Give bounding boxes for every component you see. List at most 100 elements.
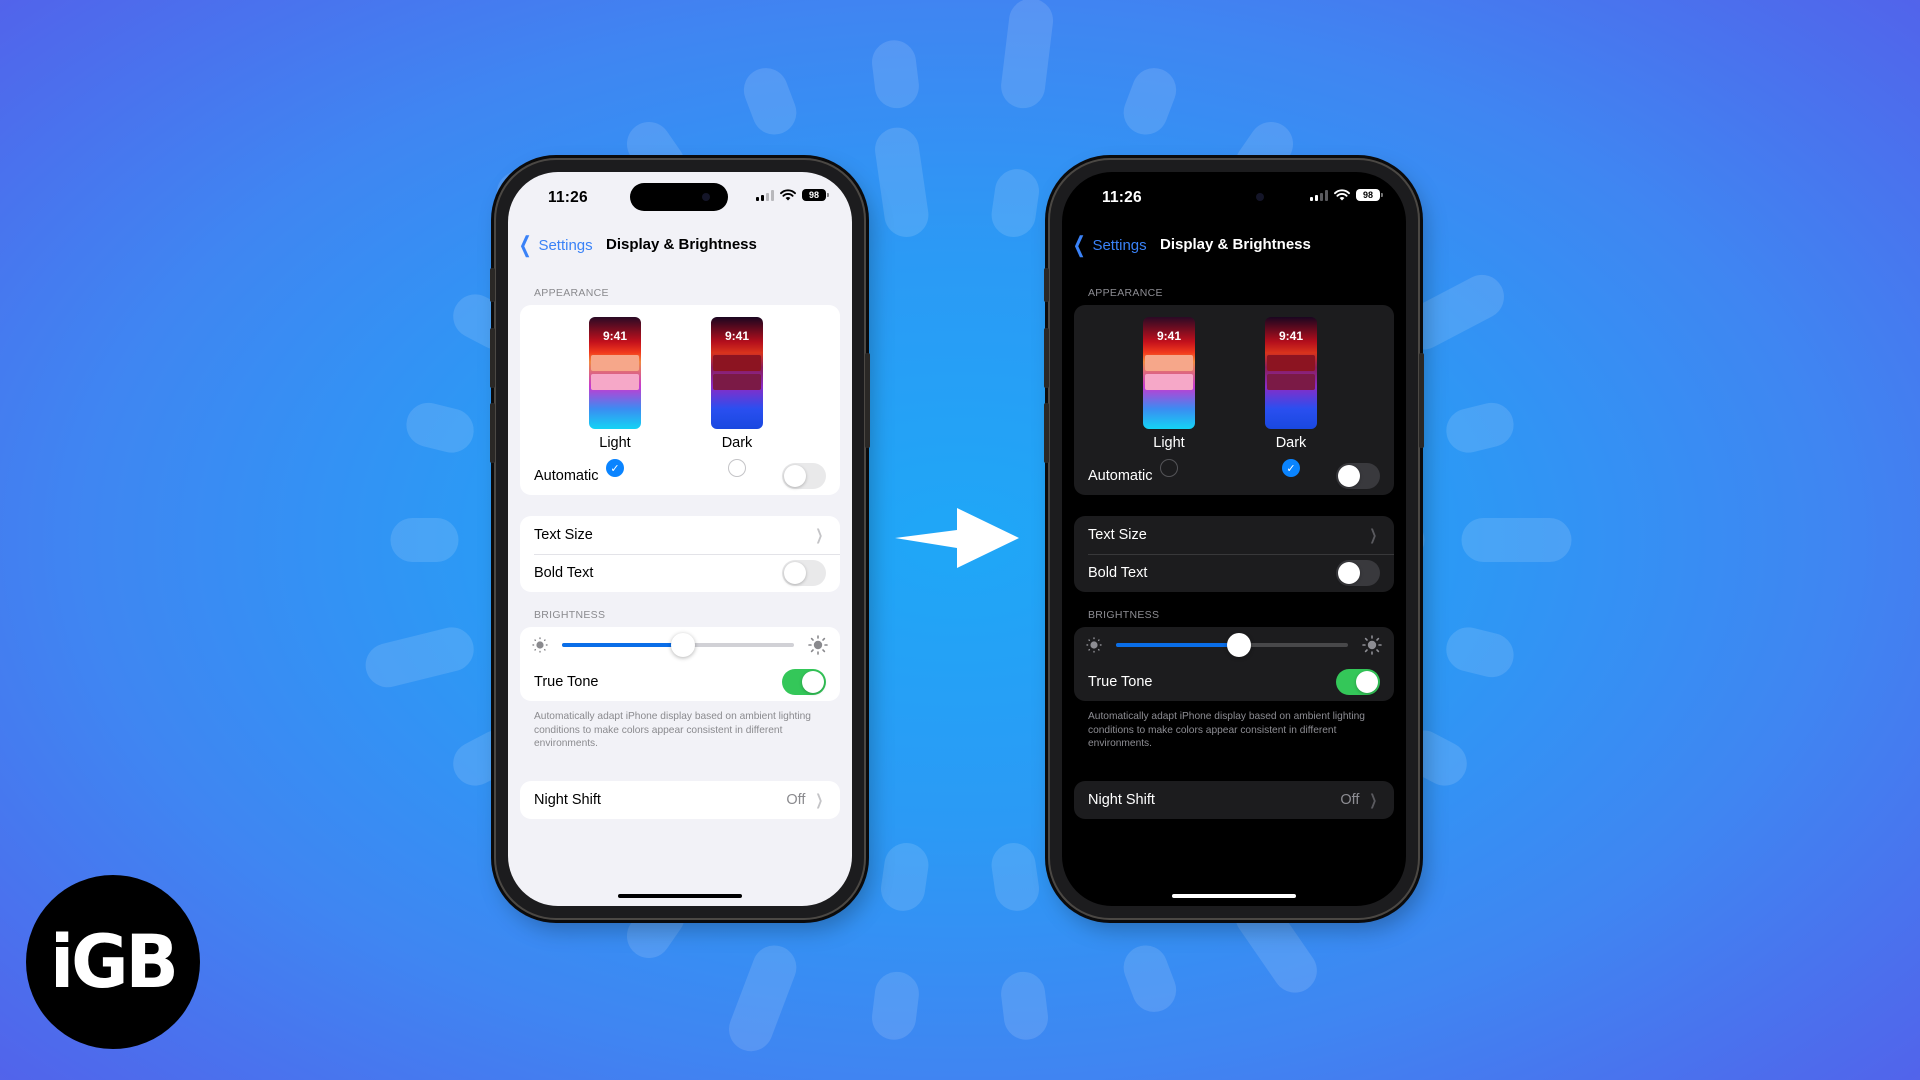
phone-screen: 11:26 98 ❮ Settings Display & Brightness… xyxy=(1062,172,1406,906)
night-shift-row[interactable]: Night Shift Off ❯ xyxy=(1074,781,1394,819)
wifi-icon xyxy=(1334,189,1350,201)
bold-text-toggle[interactable] xyxy=(1336,560,1380,586)
slider-fill xyxy=(562,643,683,647)
background-dash xyxy=(390,518,459,562)
background-dash xyxy=(988,840,1042,914)
brightness-slider[interactable] xyxy=(1116,633,1348,657)
background-dash xyxy=(988,166,1042,240)
status-time: 11:26 xyxy=(548,189,588,206)
text-group: Text Size ❯ Bold Text xyxy=(1074,516,1394,592)
dynamic-island xyxy=(1184,183,1282,211)
text-size-label: Text Size xyxy=(1088,527,1147,543)
cellular-signal-icon xyxy=(1310,189,1328,201)
background-dash xyxy=(401,398,479,458)
chevron-left-icon: ❮ xyxy=(1072,232,1086,257)
status-bar: 11:26 98 xyxy=(1062,172,1406,222)
true-tone-row: True Tone xyxy=(1074,663,1394,701)
automatic-label: Automatic xyxy=(534,468,599,484)
text-group: Text Size ❯ Bold Text xyxy=(520,516,840,592)
background-dash xyxy=(737,61,803,141)
night-shift-value: Off xyxy=(1340,792,1360,808)
side-button xyxy=(1419,353,1424,448)
camera-icon xyxy=(702,193,710,201)
text-size-row[interactable]: Text Size ❯ xyxy=(520,516,840,554)
volume-down-button xyxy=(1044,403,1049,463)
night-shift-label: Night Shift xyxy=(534,792,601,808)
appearance-header: APPEARANCE xyxy=(534,287,609,299)
chevron-left-icon: ❮ xyxy=(518,232,532,257)
sun-large-icon xyxy=(808,635,828,655)
night-shift-label: Night Shift xyxy=(1088,792,1155,808)
sun-small-icon xyxy=(532,637,548,653)
battery-level: 98 xyxy=(808,190,819,200)
back-label: Settings xyxy=(1092,236,1147,254)
true-tone-label: True Tone xyxy=(1088,674,1153,690)
night-shift-row[interactable]: Night Shift Off ❯ xyxy=(520,781,840,819)
appearance-option-light[interactable]: 9:41 Light xyxy=(1129,317,1209,477)
automatic-row: Automatic xyxy=(1074,457,1394,495)
automatic-toggle[interactable] xyxy=(782,463,826,489)
true-tone-toggle[interactable] xyxy=(1336,669,1380,695)
navigation-bar: ❮ Settings Display & Brightness xyxy=(1062,230,1406,260)
phone-screen: 11:26 98 ❮ Settings Display & Brightness… xyxy=(508,172,852,906)
battery-level: 98 xyxy=(1362,190,1373,200)
logo-text: iGB xyxy=(50,918,179,1006)
back-button[interactable]: ❮ Settings xyxy=(1070,234,1147,256)
chevron-right-icon: ❯ xyxy=(815,527,824,544)
option-label: Light xyxy=(1153,435,1185,451)
background-dash xyxy=(1461,518,1572,562)
slider-thumb[interactable] xyxy=(1226,633,1251,657)
bold-text-toggle[interactable] xyxy=(782,560,826,586)
background-dash xyxy=(869,969,922,1043)
status-icons: 98 xyxy=(756,189,829,201)
background-dash xyxy=(361,622,479,692)
text-size-row[interactable]: Text Size ❯ xyxy=(1074,516,1394,554)
preview-time: 9:41 xyxy=(602,329,628,343)
background-dash xyxy=(998,0,1056,111)
brightness-slider-row xyxy=(1074,627,1394,663)
true-tone-toggle[interactable] xyxy=(782,669,826,695)
night-shift-value: Off xyxy=(786,792,806,808)
sun-small-icon xyxy=(1086,637,1102,653)
background-dash xyxy=(1441,398,1519,458)
preview-time: 9:41 xyxy=(724,329,750,343)
sun-large-icon xyxy=(1362,635,1382,655)
battery-icon: 98 xyxy=(802,189,829,201)
status-bar: 11:26 98 xyxy=(508,172,852,222)
brightness-slider-row xyxy=(520,627,840,663)
status-time: 11:26 xyxy=(1102,189,1142,206)
appearance-option-dark[interactable]: 9:41 Dark ✓ xyxy=(1251,317,1331,477)
slider-thumb[interactable] xyxy=(670,633,695,657)
option-label: Dark xyxy=(1275,435,1307,451)
cellular-signal-icon xyxy=(756,189,774,201)
background-dash xyxy=(872,124,932,240)
battery-icon: 98 xyxy=(1356,189,1383,201)
iphone-dark: 11:26 98 ❮ Settings Display & Brightness… xyxy=(1044,158,1424,920)
true-tone-footnote: Automatically adapt iPhone display based… xyxy=(534,711,811,749)
brightness-group: True Tone xyxy=(520,627,840,701)
back-button[interactable]: ❮ Settings xyxy=(516,234,593,256)
appearance-group: 9:41 Light ✓ 9:41 Dark Automatic xyxy=(520,305,840,495)
igb-logo: iGB xyxy=(26,875,200,1049)
dynamic-island xyxy=(630,183,728,211)
appearance-option-light[interactable]: 9:41 Light ✓ xyxy=(575,317,655,477)
preview-time: 9:41 xyxy=(1156,329,1182,343)
appearance-options: 9:41 Light 9:41 Dark ✓ xyxy=(1074,305,1394,477)
chevron-right-icon: ❯ xyxy=(815,792,824,809)
appearance-option-dark[interactable]: 9:41 Dark xyxy=(697,317,777,477)
page-title: Display & Brightness xyxy=(606,236,757,253)
navigation-bar: ❮ Settings Display & Brightness xyxy=(508,230,852,260)
bold-text-row: Bold Text xyxy=(1074,554,1394,592)
true-tone-footnote: Automatically adapt iPhone display based… xyxy=(1088,711,1365,749)
background-dash xyxy=(1441,622,1519,682)
night-shift-group: Night Shift Off ❯ xyxy=(1074,781,1394,819)
automatic-toggle[interactable] xyxy=(1336,463,1380,489)
brightness-slider[interactable] xyxy=(562,633,794,657)
appearance-header: APPEARANCE xyxy=(1088,287,1163,299)
brightness-header: BRIGHTNESS xyxy=(534,609,606,621)
volume-down-button xyxy=(490,403,495,463)
true-tone-row: True Tone xyxy=(520,663,840,701)
wifi-icon xyxy=(780,189,796,201)
home-indicator xyxy=(1172,894,1296,898)
appearance-group: 9:41 Light 9:41 Dark ✓ Automatic xyxy=(1074,305,1394,495)
